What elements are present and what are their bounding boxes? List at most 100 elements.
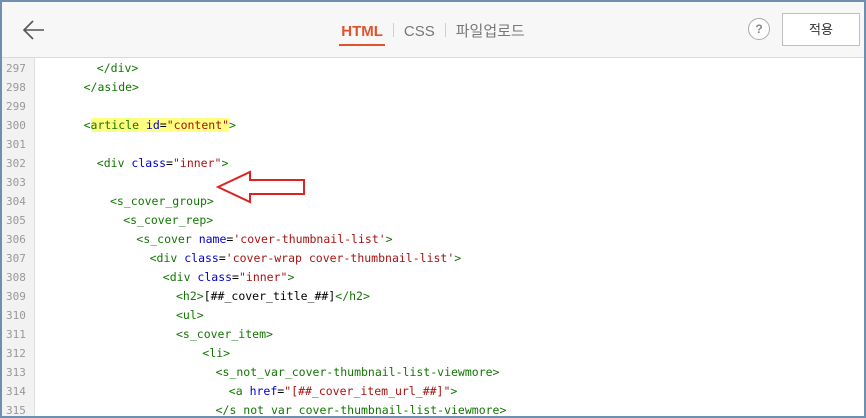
code-line[interactable]: 315 </s_not_var_cover-thumbnail-list-view…	[2, 401, 864, 417]
code-line[interactable]: 297 </div>	[2, 59, 864, 78]
code-line[interactable]: 309 <h2>[##_cover_title_##]</h2>	[2, 287, 864, 306]
code-token: href	[249, 384, 278, 398]
code-line[interactable]: 301	[2, 135, 864, 154]
code-text: <article id="content">	[84, 116, 236, 135]
code-token: 'cover-thumbnail-list'	[233, 232, 386, 246]
code-token: =	[232, 270, 239, 284]
code-text: <div class='cover-wrap cover-thumbnail-l…	[150, 249, 462, 268]
line-number: 315	[6, 404, 26, 417]
code-token: <s_cover	[136, 232, 199, 246]
code-token: <a	[228, 384, 250, 398]
code-token: class	[184, 251, 219, 265]
code-token: "inner"	[238, 270, 288, 284]
code-token: <li>	[202, 346, 231, 360]
line-number: 300	[6, 119, 26, 132]
code-token: </div>	[96, 61, 139, 75]
code-token: name	[198, 232, 227, 246]
code-token: <div	[162, 270, 198, 284]
code-token: "inner"	[172, 156, 222, 170]
tab-html[interactable]: HTML	[339, 23, 385, 46]
code-line[interactable]: 299	[2, 97, 864, 116]
code-line[interactable]: 312 <li>	[2, 344, 864, 363]
line-number: 307	[6, 252, 26, 265]
code-text: <h2>[##_cover_title_##]</h2>	[176, 287, 370, 306]
code-line[interactable]: 302 <div class="inner">	[2, 154, 864, 173]
code-token: </aside>	[83, 80, 139, 94]
code-line[interactable]: 300 <article id="content">	[2, 116, 864, 135]
code-text: </aside>	[84, 78, 139, 97]
line-number: 312	[6, 347, 26, 360]
code-text: <li>	[202, 344, 230, 363]
code-text: <div class="inner">	[97, 154, 229, 173]
code-text: <s_cover_group>	[110, 192, 214, 211]
code-token: >	[287, 270, 295, 284]
code-token: <ul>	[176, 308, 204, 322]
line-number: 306	[6, 233, 26, 246]
editor-header: HTML CSS 파일업로드 ? 적용	[2, 2, 864, 58]
line-number: 303	[6, 176, 26, 189]
code-line[interactable]: 314 <a href="[##_cover_item_url_##]">	[2, 382, 864, 401]
code-line[interactable]: 304 <s_cover_group>	[2, 192, 864, 211]
code-token: >	[221, 156, 229, 170]
code-text: <s_cover name='cover-thumbnail-list'>	[136, 230, 392, 249]
line-number: 299	[6, 100, 26, 113]
code-token: >	[229, 118, 236, 132]
editor-window: HTML CSS 파일업로드 ? 적용 297 </div> 298 </aside> 29…	[0, 0, 866, 418]
code-token: >	[454, 251, 462, 265]
code-text: </s_not_var_cover-thumbnail-list-viewmor…	[215, 401, 507, 417]
tab-file-upload[interactable]: 파일업로드	[454, 20, 527, 41]
code-token: "[##_cover_item_url_##]"	[284, 384, 451, 398]
code-text: <s_not_var_cover-thumbnail-list-viewmore…	[216, 363, 500, 382]
code-token: <	[83, 118, 91, 132]
line-number: 309	[6, 290, 26, 303]
tab-css[interactable]: CSS	[402, 23, 437, 40]
code-token: <div	[96, 156, 132, 170]
code-token: =	[166, 156, 173, 170]
code-token: >	[450, 384, 458, 398]
code-text: </div>	[97, 59, 139, 78]
code-line[interactable]: 313 <s_not_var_cover-thumbnail-list-viewm…	[2, 363, 864, 382]
code-line[interactable]: 307 <div class='cover-wrap cover-thumbnai…	[2, 249, 864, 268]
code-token: [##_cover_title_##]	[203, 289, 336, 303]
line-number: 313	[6, 366, 26, 379]
editor-tabs: HTML CSS 파일업로드	[2, 20, 864, 46]
code-token: <h2>	[176, 289, 204, 303]
code-text: <ul>	[176, 306, 204, 325]
line-number: 304	[6, 195, 26, 208]
code-token: article	[90, 118, 139, 132]
code-text: <div class="inner">	[163, 268, 295, 287]
line-number: 302	[6, 157, 26, 170]
code-line[interactable]: 308 <div class="inner">	[2, 268, 864, 287]
code-token: </s_not_var_cover-thumbnail-list-viewmor…	[215, 403, 507, 417]
code-token: =	[218, 251, 226, 265]
code-line[interactable]: 298 </aside>	[2, 78, 864, 97]
code-line[interactable]: 310 <ul>	[2, 306, 864, 325]
code-line[interactable]: 305 <s_cover_rep>	[2, 211, 864, 230]
code-token: class	[197, 270, 233, 284]
code-line[interactable]: 303	[2, 173, 864, 192]
line-number: 297	[6, 62, 26, 75]
code-token: id	[145, 118, 160, 132]
tab-divider	[392, 23, 394, 37]
line-number: 305	[6, 214, 26, 227]
help-icon[interactable]: ?	[748, 18, 770, 40]
code-token: <s_not_var_cover-thumbnail-list-viewmore…	[215, 365, 500, 379]
code-line[interactable]: 311 <s_cover_item>	[2, 325, 864, 344]
code-token: <s_cover_rep>	[123, 213, 214, 227]
red-arrow-annotation	[216, 170, 305, 204]
code-token: </h2>	[335, 289, 370, 303]
line-number: 301	[6, 138, 26, 151]
code-text: <a href="[##_cover_item_url_##]">	[229, 382, 458, 401]
line-number: 310	[6, 309, 26, 322]
code-text: <s_cover_rep>	[123, 211, 213, 230]
line-number: 298	[6, 81, 26, 94]
code-text: <s_cover_item>	[176, 325, 273, 344]
line-number: 311	[6, 328, 26, 341]
apply-button[interactable]: 적용	[782, 13, 860, 46]
line-number: 308	[6, 271, 26, 284]
code-token	[139, 118, 146, 132]
code-line[interactable]: 306 <s_cover name='cover-thumbnail-list'>	[2, 230, 864, 249]
code-token: =	[159, 118, 167, 132]
code-editor[interactable]: 297 </div> 298 </aside> 299 300 <article id="c…	[2, 58, 864, 416]
line-number: 314	[6, 385, 26, 398]
